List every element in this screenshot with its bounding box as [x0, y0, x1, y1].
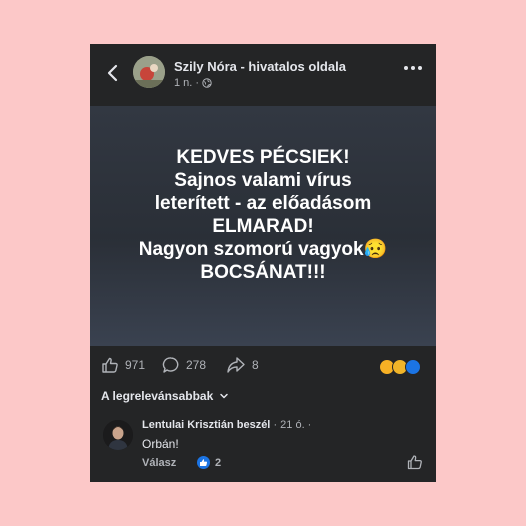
comment-like-count: 2 [215, 456, 222, 469]
comment-text: Orbán! [142, 437, 179, 451]
like-badge-icon [197, 456, 210, 469]
sort-label: A legrelevánsabbak [101, 389, 214, 403]
globe-icon [202, 78, 212, 88]
like-count: 971 [125, 358, 146, 372]
image-text-line: Nagyon szomorú vagyok😥 [138, 239, 388, 260]
comment-author[interactable]: Lentulai Krisztián beszél [142, 419, 270, 431]
more-dots-icon[interactable] [404, 66, 422, 70]
post-meta: 1 n. · [174, 77, 212, 89]
comment-author-line: Lentulai Krisztián beszél · 21 ó. · [142, 419, 311, 431]
comment-like-icon[interactable] [407, 454, 423, 470]
like-reaction-icon [405, 359, 421, 375]
comment-bubble-icon [162, 357, 179, 373]
facebook-post-card: Szily Nóra - hivatalos oldala 1 n. · KED… [90, 44, 436, 482]
reaction-icons[interactable] [379, 359, 421, 375]
post-image-text: KEDVES PÉCSIEK! Sajnos valami vírus lete… [100, 146, 426, 284]
page-name[interactable]: Szily Nóra - hivatalos oldala [174, 59, 346, 74]
share-count: 8 [252, 358, 259, 372]
comment-count: 278 [186, 358, 207, 372]
commenter-avatar[interactable] [103, 420, 133, 450]
comment-time: · 21 ó. · [273, 419, 312, 431]
image-text-line: KEDVES PÉCSIEK! [176, 147, 350, 168]
image-text-line: leterített - az előadásom [154, 193, 372, 214]
meta-separator: · [195, 77, 200, 89]
page-avatar[interactable] [133, 56, 165, 88]
chevron-down-icon [220, 393, 229, 399]
chevron-left-icon[interactable] [102, 62, 124, 84]
like-button[interactable]: 971 [101, 356, 145, 374]
comment-reactions[interactable]: 2 [197, 456, 221, 469]
share-button[interactable]: 8 [226, 356, 259, 374]
image-text-line: Sajnos valami vírus [174, 170, 352, 191]
post-header: Szily Nóra - hivatalos oldala 1 n. · [90, 44, 436, 106]
reply-button[interactable]: Válasz [142, 457, 176, 469]
share-arrow-icon [227, 357, 245, 373]
post-time[interactable]: 1 n. [174, 77, 192, 89]
comment-button[interactable]: 278 [162, 356, 206, 374]
image-text-line: ELMARAD! [212, 216, 314, 237]
comment-sort-dropdown[interactable]: A legrelevánsabbak [101, 389, 229, 403]
thumbs-up-icon [102, 357, 118, 373]
image-text-line: BOCSÁNAT!!! [200, 262, 326, 283]
post-image[interactable]: KEDVES PÉCSIEK! Sajnos valami vírus lete… [90, 106, 436, 346]
